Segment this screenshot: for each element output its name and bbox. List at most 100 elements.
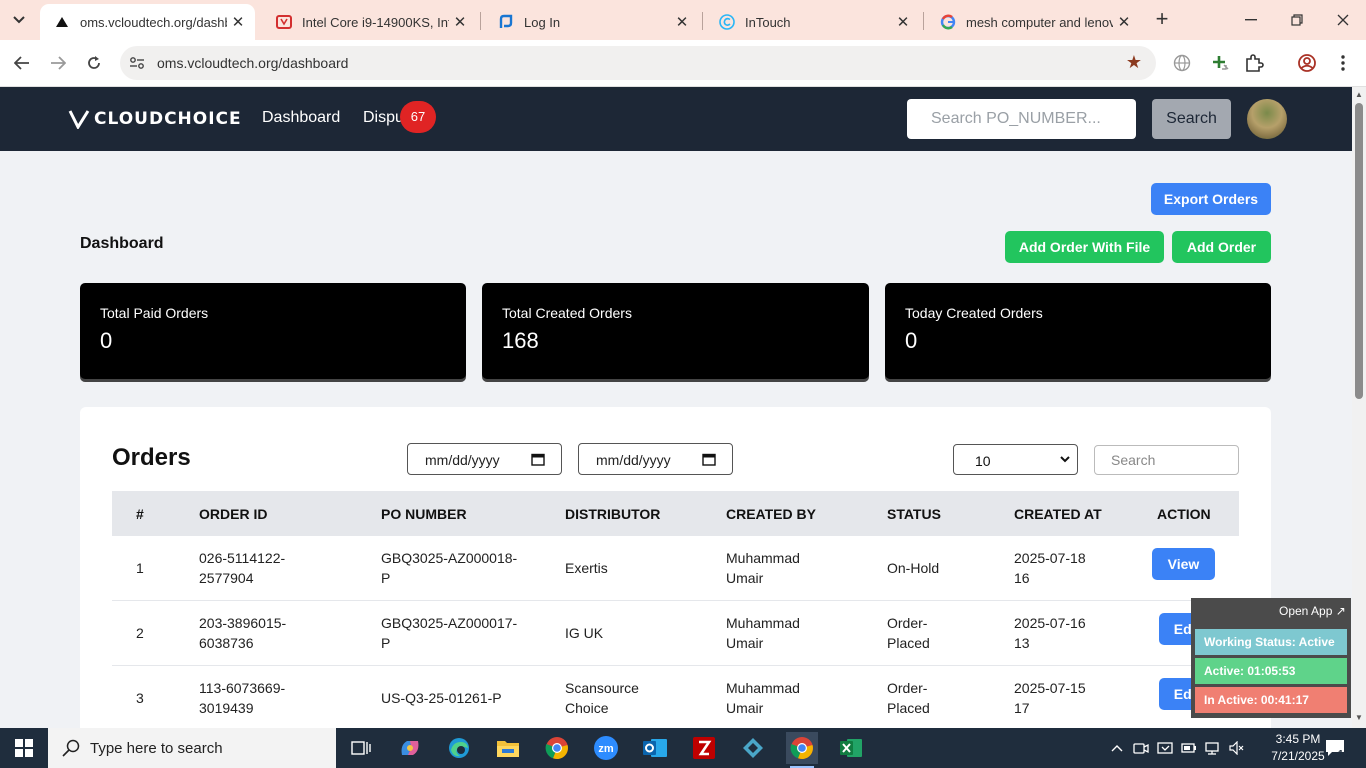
orders-table-header: # ORDER ID PO NUMBER DISTRIBUTOR CREATED… bbox=[112, 491, 1239, 536]
restore-button[interactable] bbox=[1282, 6, 1312, 34]
reload-button[interactable] bbox=[81, 50, 107, 76]
calendar-icon[interactable] bbox=[531, 452, 545, 466]
date-to-input[interactable]: mm/dd/yyyy bbox=[578, 443, 733, 475]
scrollbar-thumb[interactable] bbox=[1355, 103, 1363, 399]
distributor-line1: Exertis bbox=[565, 560, 608, 576]
tray-battery-icon[interactable] bbox=[1181, 740, 1197, 756]
created-at-line2: 17 bbox=[1014, 700, 1030, 716]
close-icon[interactable]: ✕ bbox=[671, 11, 693, 33]
view-order-button[interactable]: View bbox=[1152, 548, 1215, 580]
edge-browser-icon[interactable] bbox=[443, 732, 475, 764]
add-order-button[interactable]: Add Order bbox=[1172, 231, 1271, 263]
close-icon[interactable]: ✕ bbox=[1113, 11, 1135, 33]
tab-login[interactable]: Log In ✕ bbox=[484, 4, 699, 40]
page-title: Dashboard bbox=[80, 235, 164, 252]
browser-tab-strip: oms.vcloudtech.org/dashboard ✕ Intel Cor… bbox=[0, 0, 1366, 40]
chrome-icon[interactable] bbox=[541, 732, 573, 764]
disputes-count-badge: 67 bbox=[400, 101, 436, 133]
po-number-search-input[interactable] bbox=[907, 99, 1136, 139]
site-info-icon[interactable] bbox=[128, 54, 146, 72]
tab-intouch[interactable]: InTouch ✕ bbox=[705, 4, 920, 40]
zoom-icon[interactable]: zm bbox=[590, 732, 622, 764]
tray-volume-muted-icon[interactable] bbox=[1229, 740, 1245, 756]
order-id-line2: 2577904 bbox=[199, 570, 254, 586]
tab-separator bbox=[480, 12, 481, 30]
nav-dashboard[interactable]: Dashboard bbox=[262, 109, 340, 127]
arrow-left-icon bbox=[14, 56, 29, 70]
back-button[interactable] bbox=[9, 50, 35, 76]
pdf-favicon-icon bbox=[276, 14, 292, 30]
tray-chevron-up-icon[interactable] bbox=[1109, 740, 1125, 756]
page-scrollbar[interactable]: ▲ ▼ bbox=[1352, 87, 1366, 728]
menu-dots-icon[interactable] bbox=[1332, 52, 1354, 74]
distributor-line2: Choice bbox=[565, 700, 609, 716]
arrow-right-icon bbox=[51, 56, 66, 70]
new-tab-button[interactable]: + bbox=[1150, 8, 1174, 32]
status-line2: Placed bbox=[887, 635, 930, 651]
stat-card-total-paid: Total Paid Orders 0 bbox=[80, 283, 466, 379]
created-by-line1: Muhammad bbox=[726, 615, 800, 631]
add-order-with-file-button[interactable]: Add Order With File bbox=[1005, 231, 1164, 263]
open-app-link[interactable]: Open App ↗ bbox=[1279, 604, 1346, 618]
extensions-puzzle-icon[interactable] bbox=[1243, 52, 1265, 74]
tab-dashboard[interactable]: oms.vcloudtech.org/dashboard ✕ bbox=[40, 4, 255, 40]
tab-google[interactable]: mesh computer and lenovo ✕ bbox=[926, 4, 1141, 40]
close-icon[interactable]: ✕ bbox=[227, 11, 249, 33]
date-from-input[interactable]: mm/dd/yyyy bbox=[407, 443, 562, 475]
close-icon[interactable]: ✕ bbox=[892, 11, 914, 33]
active-time-row: Active: 01:05:53 bbox=[1195, 658, 1347, 684]
taskbar-search-box[interactable]: Type here to search bbox=[48, 728, 336, 768]
page-size-select[interactable]: 10 bbox=[953, 444, 1078, 475]
col-header-status: STATUS bbox=[887, 506, 941, 522]
order-id-line1: 203-3896015- bbox=[199, 615, 287, 631]
col-header-created-at: CREATED AT bbox=[1014, 506, 1102, 522]
col-header-created-by: CREATED BY bbox=[726, 506, 816, 522]
tray-display-icon[interactable] bbox=[1157, 740, 1173, 756]
tray-meet-icon[interactable] bbox=[1133, 740, 1149, 756]
scroll-up-arrow-icon[interactable]: ▲ bbox=[1354, 90, 1364, 100]
app-header: CLOUDCHOICE Dashboard Dispu 67 Search bbox=[0, 87, 1352, 151]
tab-separator bbox=[702, 12, 703, 30]
outlook-icon[interactable] bbox=[639, 732, 671, 764]
date-to-text: mm/dd/yyyy bbox=[596, 452, 671, 468]
taskbar-search-text: Type here to search bbox=[90, 739, 223, 757]
tab-search-button[interactable] bbox=[6, 8, 32, 32]
app-logo[interactable]: CLOUDCHOICE bbox=[68, 109, 242, 129]
profile-icon[interactable] bbox=[1296, 52, 1318, 74]
close-window-button[interactable] bbox=[1328, 6, 1358, 34]
tray-network-icon[interactable] bbox=[1205, 740, 1221, 756]
start-button[interactable] bbox=[0, 728, 48, 768]
chrome-active-icon[interactable] bbox=[786, 732, 818, 768]
translate-icon[interactable] bbox=[1171, 52, 1193, 74]
file-explorer-icon[interactable] bbox=[492, 732, 524, 764]
col-header-order-id: ORDER ID bbox=[199, 506, 268, 522]
extension-add-icon[interactable] bbox=[1209, 52, 1231, 74]
filezilla-icon[interactable] bbox=[688, 732, 720, 764]
copilot-icon[interactable] bbox=[394, 732, 426, 764]
notification-center-icon[interactable]: 13 bbox=[1324, 738, 1350, 760]
bookmark-star-icon[interactable]: ★ bbox=[1126, 52, 1142, 73]
excel-icon[interactable] bbox=[835, 732, 867, 764]
orders-search-input[interactable] bbox=[1094, 445, 1239, 475]
search-button[interactable]: Search bbox=[1152, 99, 1231, 139]
tab-intel[interactable]: Intel Core i9-14900KS, Intel C ✕ bbox=[262, 4, 477, 40]
browser-toolbar: oms.vcloudtech.org/dashboard ★ bbox=[0, 40, 1366, 87]
app-diamond-icon[interactable] bbox=[737, 732, 769, 764]
export-orders-button[interactable]: Export Orders bbox=[1151, 183, 1271, 215]
forward-button[interactable] bbox=[45, 50, 71, 76]
stat-card-today-created: Today Created Orders 0 bbox=[885, 283, 1271, 379]
calendar-icon[interactable] bbox=[702, 452, 716, 466]
minimize-button[interactable] bbox=[1236, 6, 1266, 34]
nav-disputes[interactable]: Dispu bbox=[363, 109, 404, 127]
task-view-icon[interactable] bbox=[345, 732, 377, 764]
po-number-line1: US-Q3-25-01261-P bbox=[381, 690, 502, 706]
address-bar[interactable]: oms.vcloudtech.org/dashboard ★ bbox=[120, 46, 1156, 80]
user-avatar[interactable] bbox=[1247, 99, 1287, 139]
po-number-line2: P bbox=[381, 635, 391, 651]
chevron-down-icon bbox=[1060, 456, 1070, 463]
created-at-line2: 16 bbox=[1014, 570, 1030, 586]
scroll-down-arrow-icon[interactable]: ▼ bbox=[1354, 713, 1364, 723]
restore-icon bbox=[1291, 14, 1303, 26]
time-tracker-widget: Open App ↗ Working Status: Active Active… bbox=[1191, 598, 1351, 718]
close-icon[interactable]: ✕ bbox=[449, 11, 471, 33]
